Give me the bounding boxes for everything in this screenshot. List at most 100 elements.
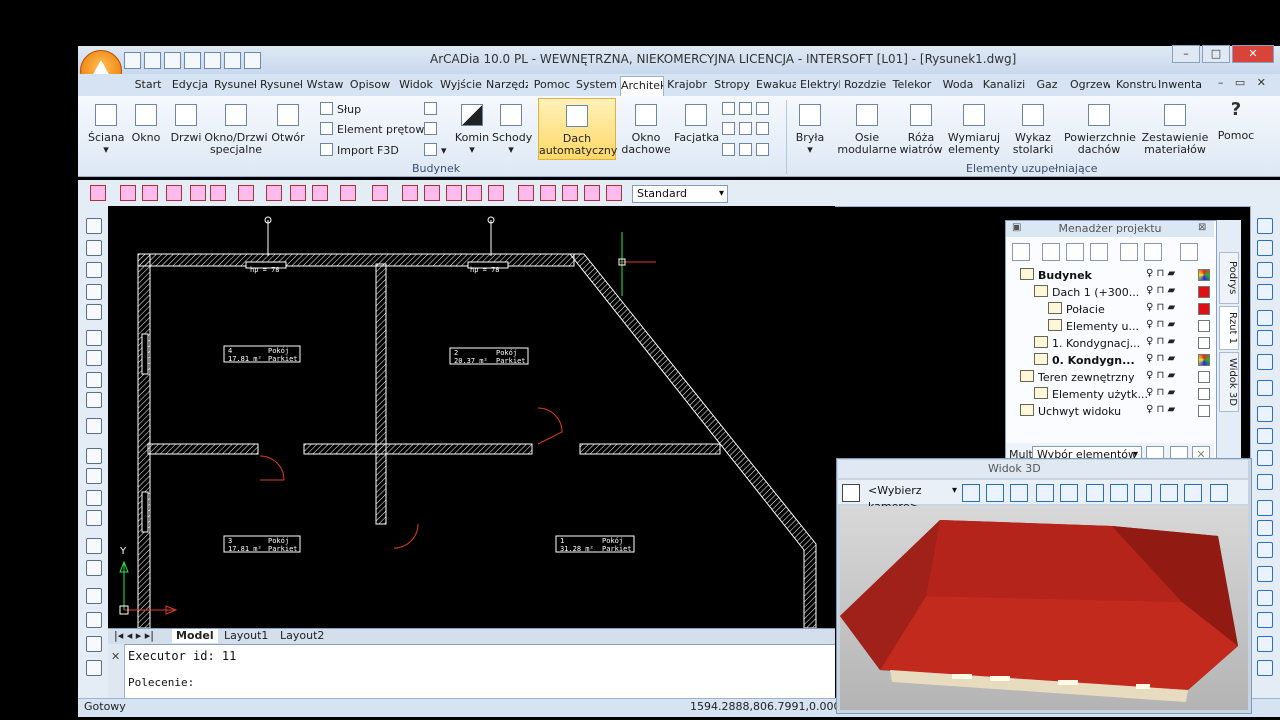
left-tool-icon[interactable] <box>86 490 102 506</box>
okno-button[interactable]: Okno <box>128 104 164 144</box>
slup-button[interactable]: Słup <box>320 102 361 116</box>
tree-node[interactable]: Elementy użytk... <box>1034 387 1148 401</box>
tree-node[interactable]: Dach 1 (+300... <box>1034 285 1139 299</box>
right-tool-icon[interactable] <box>1257 612 1273 628</box>
zestawienie-materialow-button[interactable]: Zestawienie materiałów <box>1140 104 1210 156</box>
dach-automatyczny-button[interactable]: Dach automatyczny <box>538 98 617 160</box>
draw-tool-icon[interactable] <box>166 185 182 201</box>
tree-node[interactable]: Teren zewnętrzny <box>1020 370 1135 384</box>
drzwi-button[interactable]: Drzwi <box>168 104 204 144</box>
wymiaruj-elementy-button[interactable]: Wymiaruj elementy <box>946 104 1002 156</box>
draw-tool-icon[interactable] <box>290 185 306 201</box>
tree-node[interactable]: Połacie <box>1048 302 1105 316</box>
tree-node[interactable]: 1. Kondygnacj... <box>1034 336 1140 350</box>
visibility-lock-print-icon[interactable]: ♀ ⊓ ▰ <box>1146 404 1175 415</box>
roof-tool-1[interactable] <box>722 102 773 116</box>
layout-tab-layout2[interactable]: Layout2 <box>276 629 328 643</box>
tree-node[interactable]: 0. Kondygn... <box>1034 353 1135 367</box>
view3d-tool-icon[interactable] <box>1184 484 1202 502</box>
left-tool-icon[interactable] <box>86 448 102 464</box>
draw-tool-icon[interactable] <box>488 185 504 201</box>
view3d-tool-icon[interactable] <box>1110 484 1128 502</box>
color-flag-icon[interactable] <box>1198 371 1210 383</box>
new-icon[interactable] <box>124 52 141 69</box>
camera-add-icon[interactable] <box>842 484 860 502</box>
draw-tool-icon[interactable] <box>518 185 534 201</box>
layout-tab-layout1[interactable]: Layout1 <box>220 629 272 643</box>
ribbon-tab[interactable]: Architek <box>620 76 664 96</box>
draw-tool-icon[interactable] <box>424 185 440 201</box>
visibility-lock-print-icon[interactable]: ♀ ⊓ ▰ <box>1146 285 1175 296</box>
color-flag-icon[interactable] <box>1198 337 1210 349</box>
left-tool-icon[interactable] <box>86 510 102 526</box>
right-tool-icon[interactable] <box>1257 428 1273 444</box>
tree-node[interactable]: Budynek <box>1020 268 1092 282</box>
project-tool-icon[interactable] <box>1144 243 1162 261</box>
left-tool-icon[interactable] <box>86 284 102 300</box>
right-tool-icon[interactable] <box>1257 474 1273 490</box>
tool-icon-a[interactable] <box>424 102 441 116</box>
draw-tool-icon[interactable] <box>562 185 578 201</box>
wykaz-stolarki-button[interactable]: Wykaz stolarki <box>1008 104 1058 156</box>
left-tool-icon[interactable] <box>86 660 102 676</box>
draw-tool-icon[interactable] <box>190 185 206 201</box>
tool-icon-b[interactable] <box>424 122 441 136</box>
left-tool-icon[interactable] <box>86 418 102 434</box>
project-tool-icon[interactable] <box>1066 243 1084 261</box>
right-tool-icon[interactable] <box>1257 380 1273 396</box>
visibility-lock-print-icon[interactable]: ♀ ⊓ ▰ <box>1146 387 1175 398</box>
ribbon-tab[interactable]: Telekor <box>890 76 934 94</box>
right-tool-icon[interactable] <box>1257 566 1273 582</box>
ribbon-tab[interactable]: Narzędz <box>486 76 528 94</box>
close-button[interactable]: ✕ <box>1232 45 1274 63</box>
schody-button[interactable]: Schody ▾ <box>492 104 532 156</box>
draw-tool-icon[interactable] <box>446 185 462 201</box>
visibility-lock-print-icon[interactable]: ♀ ⊓ ▰ <box>1146 336 1175 347</box>
visibility-lock-print-icon[interactable]: ♀ ⊓ ▰ <box>1146 353 1175 364</box>
left-tool-icon[interactable] <box>86 468 102 484</box>
left-tool-icon[interactable] <box>86 538 102 554</box>
document-window-controls[interactable]: – ▭ ✕ <box>1218 76 1270 89</box>
wand-icon[interactable] <box>164 52 181 69</box>
roof-tool-2[interactable] <box>722 122 773 136</box>
command-prompt[interactable]: Polecenie: <box>128 676 194 689</box>
visibility-lock-print-icon[interactable]: ♀ ⊓ ▰ <box>1146 319 1175 330</box>
tree-node[interactable]: Uchwyt widoku <box>1020 404 1121 418</box>
ribbon-tab[interactable]: Konstru <box>1116 76 1156 94</box>
color-flag-icon[interactable] <box>1198 320 1210 332</box>
draw-tool-icon[interactable] <box>312 185 328 201</box>
project-tool-icon[interactable] <box>1120 243 1138 261</box>
roza-wiatrow-button[interactable]: Róża wiatrów <box>894 104 948 156</box>
element-pretowy-button[interactable]: Element prętowy <box>320 122 431 136</box>
otwor-button[interactable]: Otwór <box>270 104 306 144</box>
left-tool-icon[interactable] <box>86 330 102 346</box>
left-tool-icon[interactable] <box>86 240 102 256</box>
project-tool-icon[interactable] <box>1042 243 1060 261</box>
minimize-button[interactable]: – <box>1172 45 1200 63</box>
right-tool-icon[interactable] <box>1257 310 1273 326</box>
right-tool-icon[interactable] <box>1257 354 1273 370</box>
style-select[interactable]: Standard <box>632 185 728 203</box>
view3d-tool-icon[interactable] <box>1060 484 1078 502</box>
komin-button[interactable]: Komin ▾ <box>454 104 490 156</box>
view3d-tool-icon[interactable] <box>1134 484 1152 502</box>
save-icon[interactable] <box>184 52 201 69</box>
draw-tool-icon[interactable] <box>466 185 482 201</box>
ribbon-tab[interactable]: Rozdzie <box>844 76 886 94</box>
right-tool-icon[interactable] <box>1257 330 1273 346</box>
view3d-tool-icon[interactable] <box>1036 484 1054 502</box>
draw-tool-icon[interactable] <box>372 185 388 201</box>
roof-tool-3[interactable] <box>722 143 773 157</box>
undo-icon[interactable] <box>224 52 241 69</box>
view3d-tool-icon[interactable] <box>962 484 980 502</box>
import-f3d-button[interactable]: Import F3D <box>320 143 399 157</box>
view3d-tool-icon[interactable] <box>1210 484 1228 502</box>
ribbon-tab[interactable]: Opisow <box>348 76 392 94</box>
draw-tool-icon[interactable] <box>606 185 622 201</box>
left-tool-icon[interactable] <box>86 588 102 604</box>
print-icon[interactable] <box>204 52 221 69</box>
color-flag-icon[interactable] <box>1198 303 1210 315</box>
right-tool-icon[interactable] <box>1257 262 1273 278</box>
ribbon-tab[interactable]: Edycja <box>170 76 210 94</box>
side-tab-widok3d[interactable]: Widok 3D <box>1219 352 1239 412</box>
